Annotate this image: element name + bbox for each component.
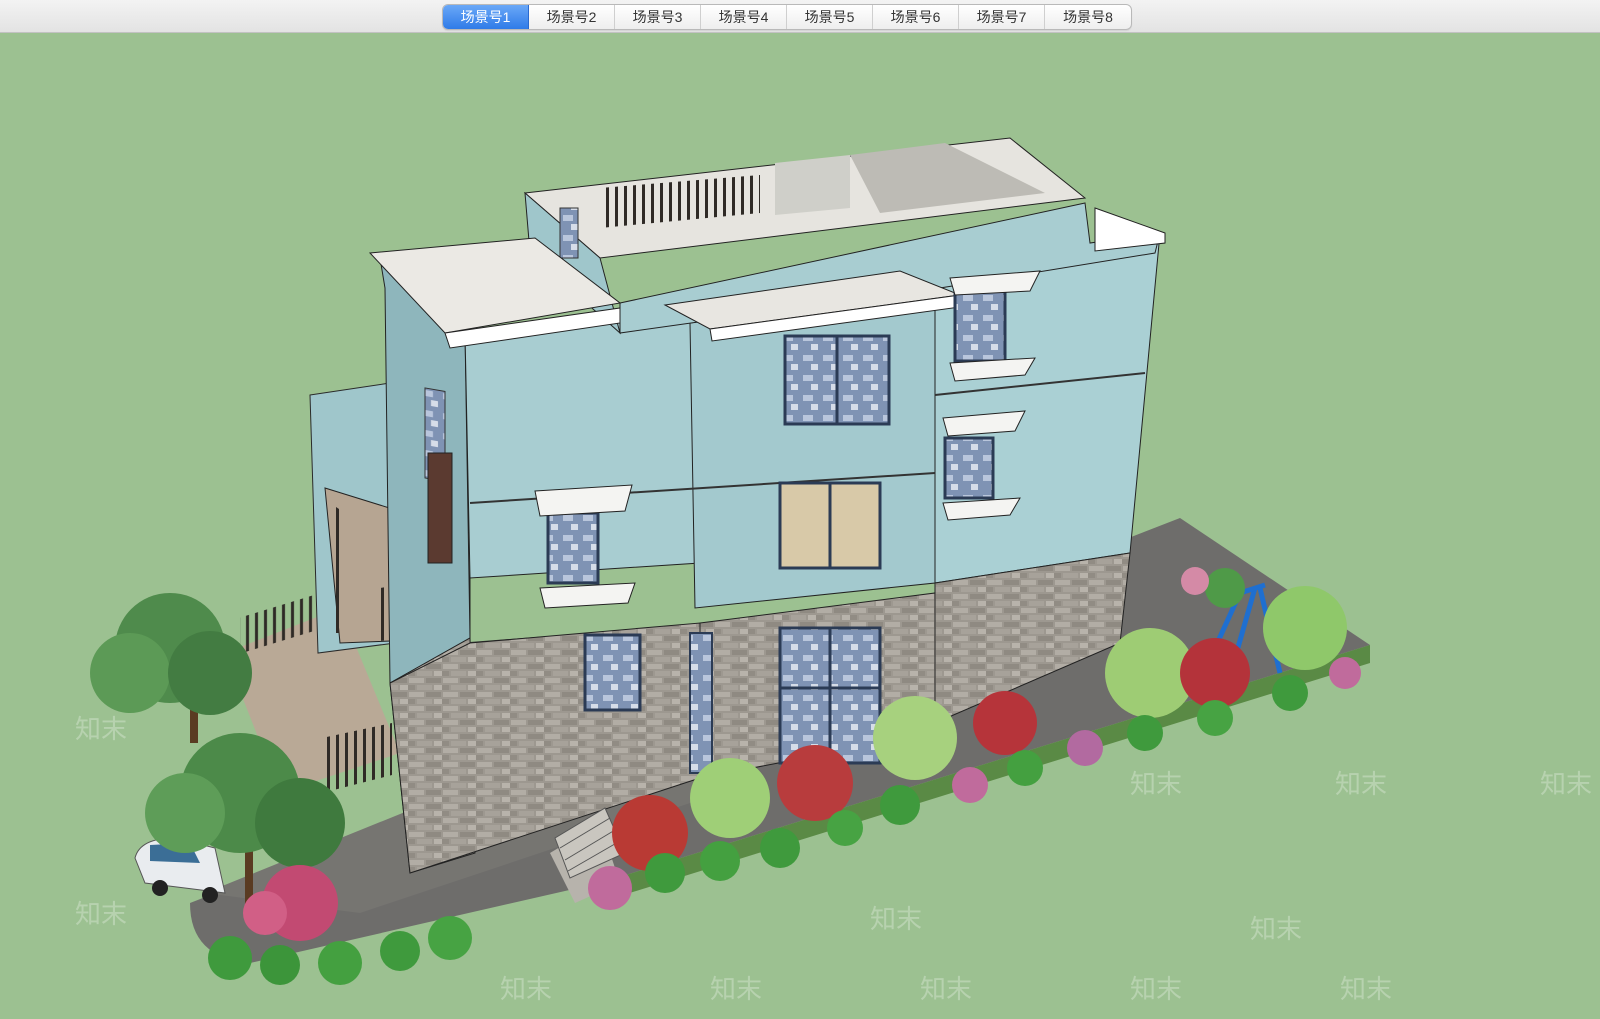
window-upper-right — [953, 289, 1007, 363]
window-middle-right — [943, 436, 995, 500]
scene-tab-4[interactable]: 场景号4 — [701, 5, 787, 29]
scene-tabs: 场景号1 场景号2 场景号3 场景号4 场景号5 场景号6 场景号7 场景号8 — [442, 4, 1132, 30]
watermark-text: 知末 — [1540, 769, 1592, 799]
watermark-text: 知末 — [1130, 769, 1182, 799]
scene-tab-bar: 场景号1 场景号2 场景号3 场景号4 场景号5 场景号6 场景号7 场景号8 — [0, 0, 1600, 33]
house-model-render: 知末 知末 知末 知末 知末 知末 知末 知末 知末 知末 知末 知末 — [75, 137, 1592, 1004]
watermark-text: 知末 — [500, 974, 552, 1004]
watermark-text: 知末 — [1340, 974, 1392, 1004]
model-viewport[interactable]: 知末 知末 知末 知末 知末 知末 知末 知末 知末 知末 知末 知末 — [0, 33, 1600, 1019]
watermark-text: 知末 — [710, 974, 762, 1004]
watermark-text: 知末 — [1335, 769, 1387, 799]
watermark-text: 知末 — [75, 714, 127, 744]
scene-tab-2[interactable]: 场景号2 — [529, 5, 615, 29]
watermark-text: 知末 — [75, 899, 127, 929]
scene-tab-1[interactable]: 场景号1 — [443, 5, 529, 29]
watermark-text: 知末 — [1250, 914, 1302, 944]
window-middle-left — [546, 511, 600, 585]
watermark-text: 知末 — [1130, 974, 1182, 1004]
scene-tab-6[interactable]: 场景号6 — [873, 5, 959, 29]
scene-tab-8[interactable]: 场景号8 — [1045, 5, 1131, 29]
scene-tab-7[interactable]: 场景号7 — [959, 5, 1045, 29]
watermark-text: 知末 — [870, 904, 922, 934]
scene-tab-5[interactable]: 场景号5 — [787, 5, 873, 29]
window-ground-left — [583, 633, 642, 712]
scene-tab-3[interactable]: 场景号3 — [615, 5, 701, 29]
watermark-text: 知末 — [920, 974, 972, 1004]
